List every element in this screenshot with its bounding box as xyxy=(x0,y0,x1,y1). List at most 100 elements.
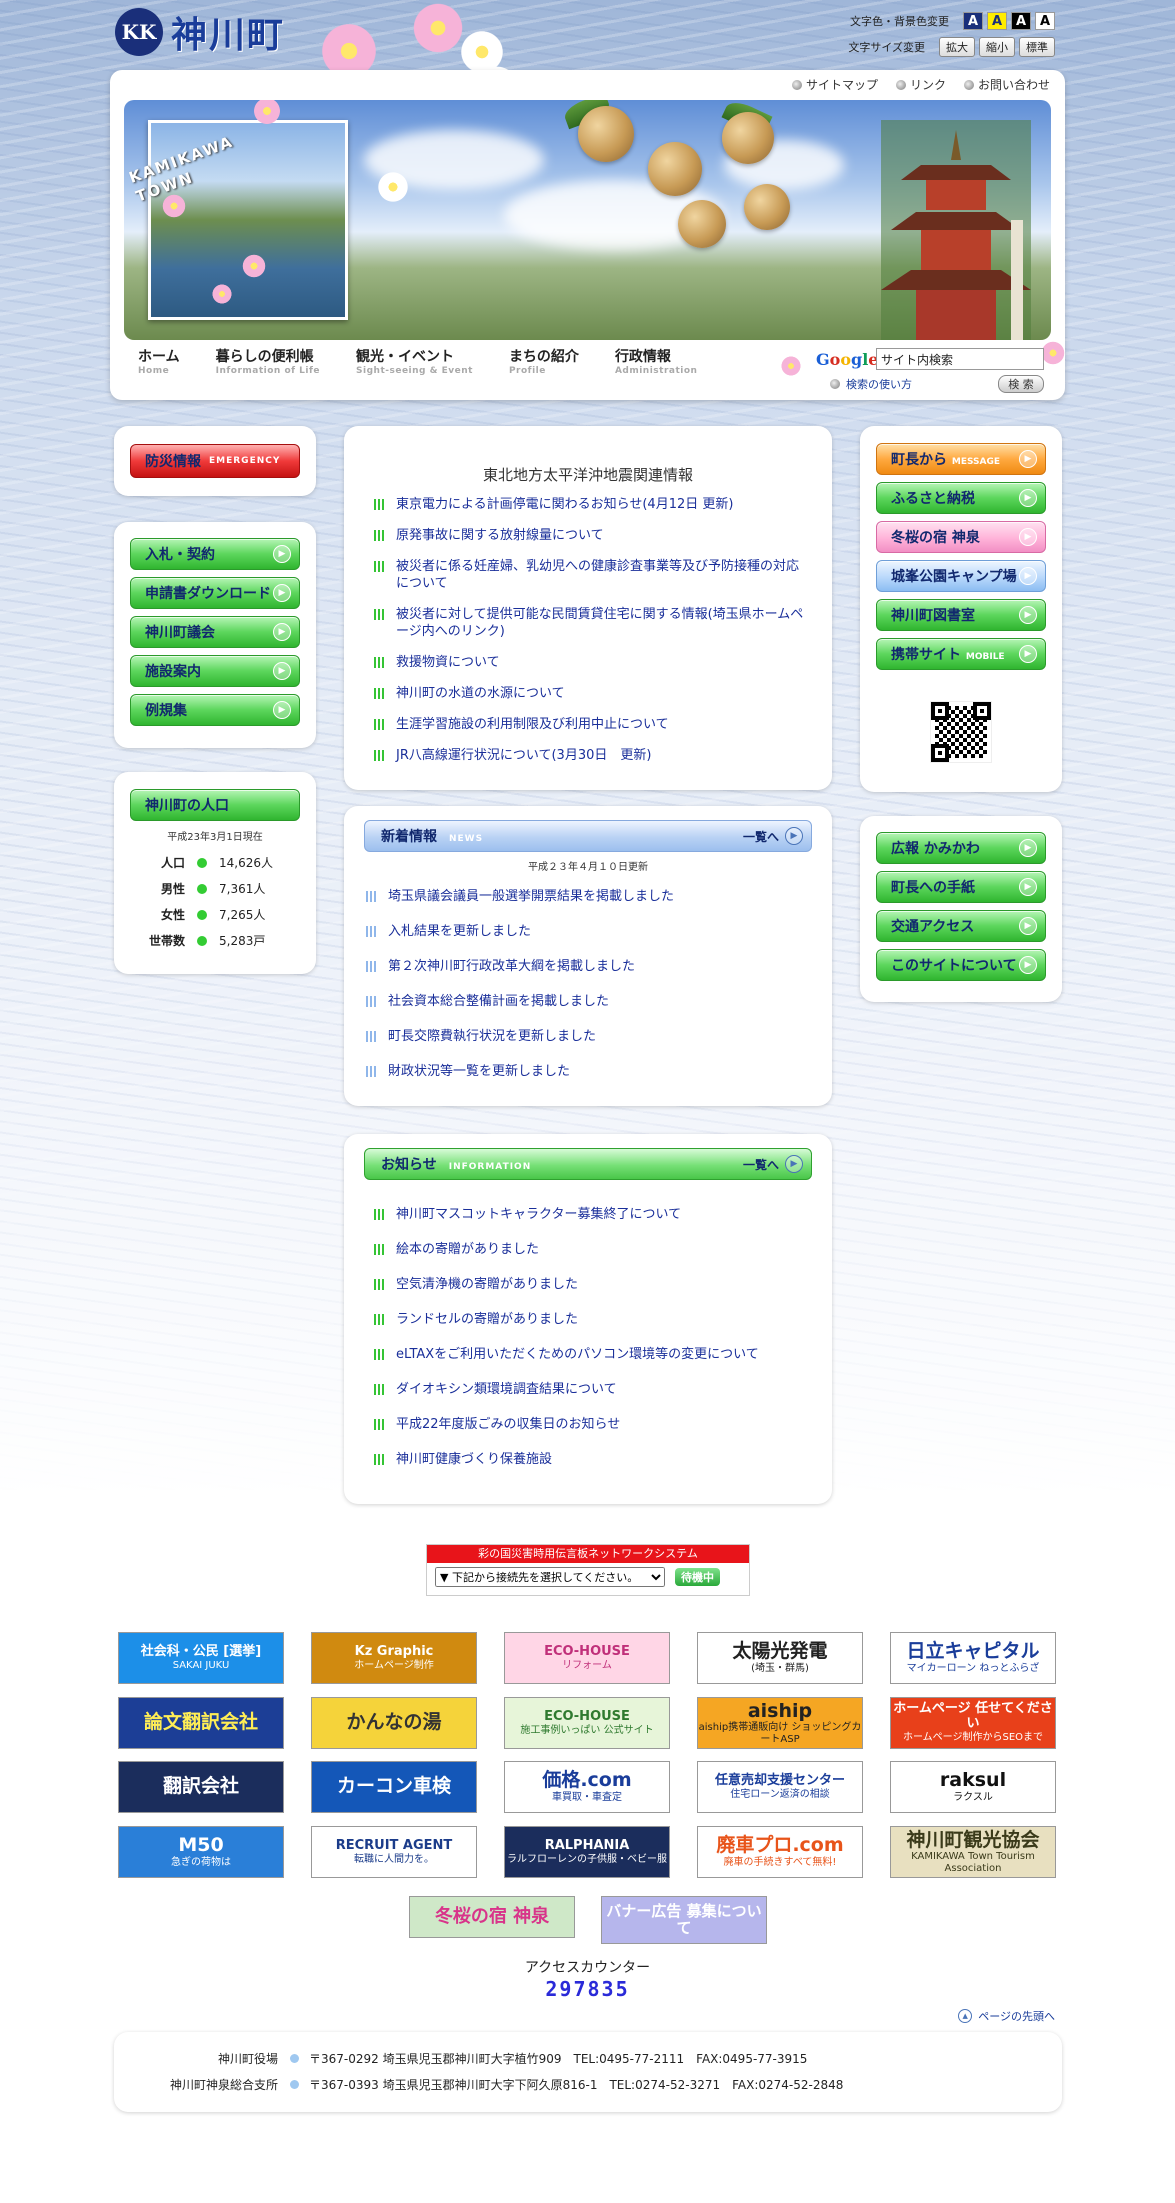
font-standard-button[interactable]: 標準 xyxy=(1019,37,1055,57)
nav-home[interactable]: ホーム Home xyxy=(138,346,180,376)
list-item[interactable]: ランドセルの寄贈がありました xyxy=(374,1311,804,1328)
banner-ad[interactable]: Kz Graphic ホームページ制作 xyxy=(311,1632,477,1684)
info-more-link[interactable]: 一覧へ ▶ xyxy=(743,1155,803,1173)
shinsen-inn-button[interactable]: 冬桜の宿 神泉 ▶ xyxy=(876,521,1046,553)
color-yellow-button[interactable]: A xyxy=(987,12,1007,30)
news-header: 新着情報 NEWS 一覧へ ▶ xyxy=(364,820,812,852)
library-button[interactable]: 神川町図書室 ▶ xyxy=(876,599,1046,631)
font-size-label: 文字サイズ変更 xyxy=(848,41,925,54)
site-title: 神川町 xyxy=(171,14,286,56)
about-site-button[interactable]: このサイトについて ▶ xyxy=(876,949,1046,981)
font-shrink-button[interactable]: 縮小 xyxy=(979,37,1015,57)
campsite-button[interactable]: 城峯公園キャンプ場 ▶ xyxy=(876,560,1046,592)
list-item[interactable]: 被災者に係る妊産婦、乳幼児への健康診査事業等及び予防接種の対応について xyxy=(374,558,804,592)
list-item[interactable]: 社会資本総合整備計画を掲載しました xyxy=(366,993,806,1010)
forms-download-button[interactable]: 申請書ダウンロード ▶ xyxy=(130,577,300,609)
hometown-tax-button[interactable]: ふるさと納税 ▶ xyxy=(876,482,1046,514)
list-item[interactable]: 財政状況等一覧を更新しました xyxy=(366,1063,806,1080)
letter-to-mayor-button[interactable]: 町長への手紙 ▶ xyxy=(876,871,1046,903)
arrow-up-icon: ▲ xyxy=(958,2009,973,2023)
list-item[interactable]: 救援物資について xyxy=(374,654,804,671)
banner-ad[interactable]: raksul ラクスル xyxy=(890,1761,1056,1813)
contact-link[interactable]: お問い合わせ xyxy=(963,76,1050,93)
site-search-input[interactable] xyxy=(876,348,1044,370)
banner-ad[interactable]: 任意売却支援センター 住宅ローン返済の相談 xyxy=(697,1761,863,1813)
banner-ad[interactable]: 日立キャピタル マイカーローン ねっとふらざ xyxy=(890,1632,1056,1684)
banner-ad[interactable]: aiship aiship携帯通販向け ショッピングカートASP xyxy=(697,1697,863,1749)
list-item[interactable]: 生涯学習施設の利用制限及び利用中止について xyxy=(374,716,804,733)
list-item[interactable]: 神川町マスコットキャラクター募集終了について xyxy=(374,1206,804,1223)
arrow-right-icon: ▶ xyxy=(273,584,291,602)
list-item[interactable]: 被災者に対して提供可能な民間賃貸住宅に関する情報(埼玉県ホームページ内へのリンク… xyxy=(374,606,804,640)
list-item[interactable]: 平成22年度版ごみの収集日のお知らせ xyxy=(374,1416,804,1433)
font-enlarge-button[interactable]: 拡大 xyxy=(939,37,975,57)
banner-ad[interactable]: ECO-HOUSE リフォーム xyxy=(504,1632,670,1684)
mobile-site-button[interactable]: 携帯サイト MOBILE ▶ xyxy=(876,638,1046,670)
list-item[interactable]: 第２次神川町行政改革大綱を掲載しました xyxy=(366,958,806,975)
arrow-right-icon: ▶ xyxy=(1019,450,1037,468)
list-item[interactable]: 神川町の水道の水源について xyxy=(374,685,804,702)
color-blue-button[interactable]: A xyxy=(963,12,983,30)
list-item[interactable]: 絵本の寄贈がありました xyxy=(374,1241,804,1258)
bullet-icon xyxy=(374,1209,384,1220)
banner-ad[interactable]: 神川町観光協会 KAMIKAWA Town Tourism Association xyxy=(890,1826,1056,1878)
banner-ad[interactable]: RALPHANIA ラルフローレンの子供服・ベビー服 xyxy=(504,1826,670,1878)
banner-shinsen[interactable]: 冬桜の宿 神泉 xyxy=(409,1896,575,1938)
list-item[interactable]: ダイオキシン類環境調査結果について xyxy=(374,1381,804,1398)
mayor-message-button[interactable]: 町長から MESSAGE ▶ xyxy=(876,443,1046,475)
news-more-link[interactable]: 一覧へ ▶ xyxy=(743,827,803,845)
banner-ad[interactable]: 論文翻訳会社 xyxy=(118,1697,284,1749)
nav-profile[interactable]: まちの紹介 Profile xyxy=(509,346,579,376)
regulations-button[interactable]: 例規集 ▶ xyxy=(130,694,300,726)
list-item[interactable]: 原発事故に関する放射線量について xyxy=(374,527,804,544)
site-logo[interactable]: KK 神川町 xyxy=(115,8,315,56)
facilities-button[interactable]: 施設案内 ▶ xyxy=(130,655,300,687)
sitemap-link[interactable]: サイトマップ xyxy=(791,76,878,93)
color-black-button[interactable]: A xyxy=(1011,12,1031,30)
cosmos-flower-decoration xyxy=(241,253,267,279)
bullet-icon xyxy=(374,750,384,761)
banner-ad[interactable]: 太陽光発電 (埼玉・群馬) xyxy=(697,1632,863,1684)
list-item[interactable]: 空気清浄機の寄贈がありました xyxy=(374,1276,804,1293)
search-howto-link[interactable]: 検索の使い方 xyxy=(830,376,912,392)
bullet-icon xyxy=(366,891,376,902)
banner-ad[interactable]: RECRUIT AGENT 転職に人間力を。 xyxy=(311,1826,477,1878)
arrow-right-icon: ▶ xyxy=(785,1155,803,1173)
bidding-button[interactable]: 入札・契約 ▶ xyxy=(130,538,300,570)
cosmos-flower-decoration xyxy=(376,170,410,204)
logo-mark: KK xyxy=(115,8,163,56)
banner-ad[interactable]: カーコン車検 xyxy=(311,1761,477,1813)
list-item[interactable]: 埼玉県議会議員一般選挙開票結果を掲載しました xyxy=(366,888,806,905)
nav-administration[interactable]: 行政情報 Administration xyxy=(615,346,698,376)
banner-ad[interactable]: ホームページ 任せてください ホームページ制作からSEOまで xyxy=(890,1697,1056,1749)
nav-life[interactable]: 暮らしの便利帳 Information of Life xyxy=(216,346,320,376)
banner-ad[interactable]: かんなの湯 xyxy=(311,1697,477,1749)
color-white-button[interactable]: A xyxy=(1035,12,1055,30)
banner-ad[interactable]: 社会科・公民 [選挙] SAKAI JUKU xyxy=(118,1632,284,1684)
banner-ad-recruit[interactable]: バナー広告 募集について xyxy=(601,1896,767,1944)
list-item[interactable]: JR八高線運行状況について(3月30日 更新) xyxy=(374,747,804,764)
banner-ad[interactable]: 廃車プロ.com 廃車の手続きすべて無料! xyxy=(697,1826,863,1878)
arrow-right-icon: ▶ xyxy=(785,827,803,845)
list-item[interactable]: eLTAXをご利用いただくためのパソコン環境等の変更について xyxy=(374,1346,804,1363)
nav-sightseeing[interactable]: 観光・イベント Sight-seeing & Event xyxy=(356,346,473,376)
banner-ad[interactable]: 価格.com 車買取・車査定 xyxy=(504,1761,670,1813)
emergency-button[interactable]: 防災情報 EMERGENCY xyxy=(130,444,300,478)
banner-ad[interactable]: 翻訳会社 xyxy=(118,1761,284,1813)
disaster-destination-select[interactable]: ▼ 下記から接続先を選択してください。 xyxy=(435,1567,665,1587)
access-button[interactable]: 交通アクセス ▶ xyxy=(876,910,1046,942)
info-list: 神川町マスコットキャラクター募集終了について 絵本の寄贈がありました 空気清浄機… xyxy=(374,1206,804,1468)
list-item[interactable]: 神川町健康づくり保養施設 xyxy=(374,1451,804,1468)
list-item[interactable]: 東京電力による計画停電に関わるお知らせ(4月12日 更新) xyxy=(374,496,804,513)
banner-ad[interactable]: M50 急ぎの荷物は xyxy=(118,1826,284,1878)
list-item[interactable]: 町長交際費執行状況を更新しました xyxy=(366,1028,806,1045)
bullet-icon xyxy=(374,1384,384,1395)
council-button[interactable]: 神川町議会 ▶ xyxy=(130,616,300,648)
list-item[interactable]: 入札結果を更新しました xyxy=(366,923,806,940)
search-button[interactable]: 検 索 xyxy=(998,375,1044,393)
newsletter-button[interactable]: 広報 かみかわ ▶ xyxy=(876,832,1046,864)
page-top-link[interactable]: ▲ ページの先頭へ xyxy=(958,2008,1055,2024)
banner-ad[interactable]: ECO-HOUSE 施工事例いっぱい 公式サイト xyxy=(504,1697,670,1749)
arrow-right-icon: ▶ xyxy=(273,662,291,680)
links-link[interactable]: リンク xyxy=(895,76,946,93)
